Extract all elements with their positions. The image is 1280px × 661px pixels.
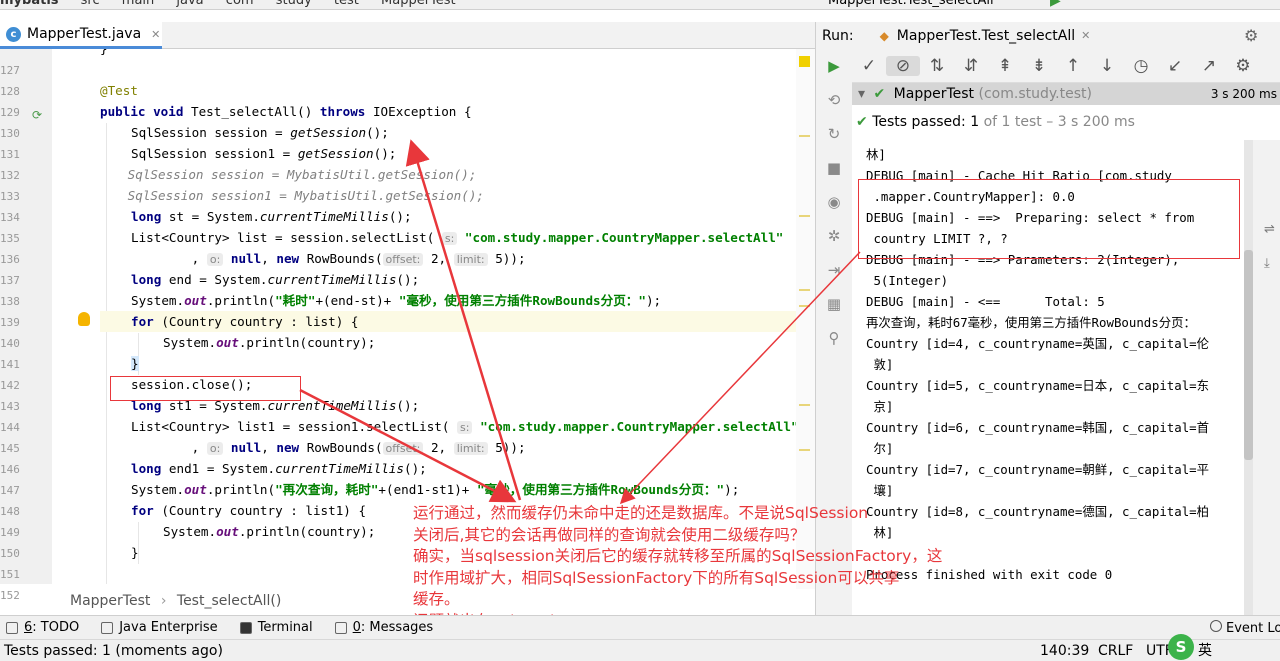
annotation-text: 运行通过，然而缓存仍未命中走的还是数据库。不是说SqlSession 关闭后,其… <box>413 504 943 630</box>
messages-toolwindow[interactable]: 0: Messages <box>334 620 433 635</box>
java-enterprise-icon <box>101 621 114 634</box>
ime-logo-icon[interactable]: S <box>1168 634 1194 660</box>
terminal-icon <box>239 621 252 634</box>
terminal-toolwindow[interactable]: Terminal <box>239 620 313 635</box>
tool-window-bar: 6: TODO Java Enterprise Terminal 0: Mess… <box>0 615 1280 639</box>
java-enterprise-toolwindow[interactable]: Java Enterprise <box>101 620 218 635</box>
arrow-from-cache-hit <box>619 251 861 505</box>
ime-language[interactable]: 英 <box>1198 640 1212 661</box>
status-message[interactable]: Tests passed: 1 (moments ago) <box>4 643 223 659</box>
todo-toolwindow[interactable]: 6: TODO <box>6 620 79 635</box>
event-log-toolwindow[interactable]: Event Lo <box>1210 620 1280 636</box>
messages-icon <box>334 621 347 634</box>
arrow-from-close <box>299 388 517 503</box>
caret-position[interactable]: 140:39 <box>1040 640 1089 661</box>
todo-icon <box>6 621 18 634</box>
arrow-to-getsession <box>405 139 522 501</box>
line-separator[interactable]: CRLF <box>1098 640 1133 661</box>
status-bar: Tests passed: 1 (moments ago) 140:39 CRL… <box>0 634 1280 661</box>
event-log-icon <box>1210 620 1222 632</box>
